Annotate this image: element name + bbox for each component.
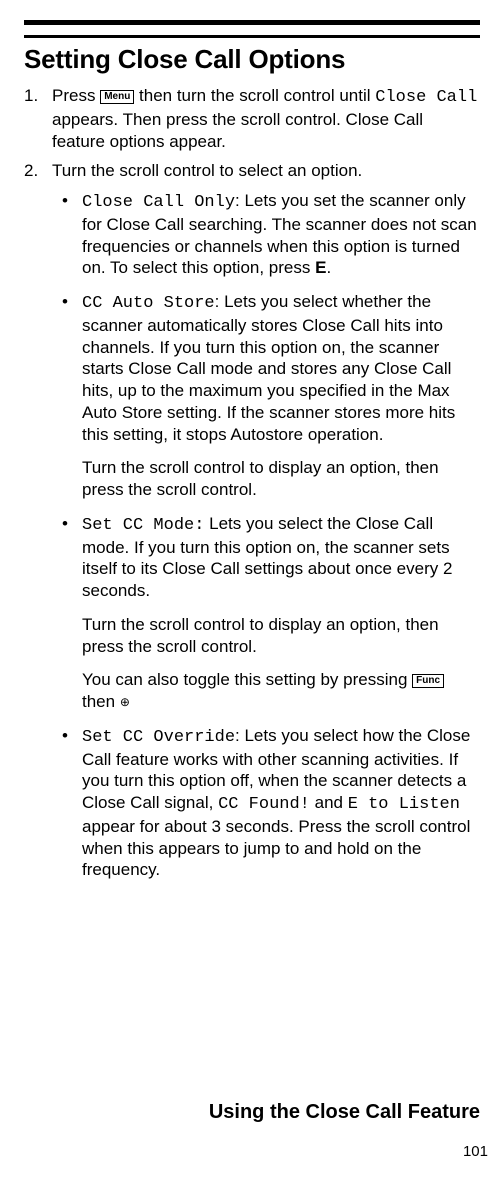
top-rule-thick [24,20,480,25]
bullet-body: Close Call Only: Lets you set the scanne… [82,190,480,279]
b4-text2: and [310,793,348,812]
bullet-close-call-only: • Close Call Only: Lets you set the scan… [62,190,480,279]
bullet-mark: • [62,725,82,881]
step-1-code: Close Call [375,88,477,107]
step-2: 2. Turn the scroll control to select an … [24,160,480,182]
b1-after: . [326,258,331,277]
sub3b-pre: You can also toggle this setting by pres… [82,670,412,689]
page-heading: Setting Close Call Options [24,44,480,75]
bullet-body: Set CC Override: Lets you select how the… [82,725,480,881]
func-button-label: Func [412,674,444,688]
b1-code: Close Call Only [82,193,235,212]
b2-text: : Lets you select whether the scanner au… [82,292,455,444]
footer-section-title: Using the Close Call Feature [209,1101,480,1124]
step-1: 1. Press Menu then turn the scroll contr… [24,85,480,152]
bullet-mark: • [62,513,82,602]
bullet-body: CC Auto Store: Lets you select whether t… [82,291,480,445]
sub-para-2: Turn the scroll control to display an op… [82,457,480,501]
b3-code: Set CC Mode: [82,516,204,535]
sub3b-mid: then [82,692,120,711]
bullet-mark: • [62,190,82,279]
close-call-icon: ⊕ [120,695,130,710]
top-rule-thin [24,35,480,38]
sub-para-3b: You can also toggle this setting by pres… [82,669,480,713]
step-1-mid: then turn the scroll control until [134,86,375,105]
step-2-body: Turn the scroll control to select an opt… [52,160,480,182]
b4-code2: CC Found! [218,795,310,814]
bullet-body: Set CC Mode: Lets you select the Close C… [82,513,480,602]
b2-code: CC Auto Store [82,294,215,313]
bullet-set-cc-override: • Set CC Override: Lets you select how t… [62,725,480,881]
b4-text3: appear for about 3 seconds. Press the sc… [82,817,470,880]
step-1-pre: Press [52,86,100,105]
bullet-mark: • [62,291,82,445]
bullet-cc-auto-store: • CC Auto Store: Lets you select whether… [62,291,480,445]
menu-button-label: Menu [100,90,134,104]
sub-para-3: Turn the scroll control to display an op… [82,614,480,658]
b4-code3: E to Listen [348,795,460,814]
step-1-post: appears. Then press the scroll control. … [52,110,423,151]
b1-bold-e: E [315,258,326,277]
b4-code: Set CC Override [82,728,235,747]
step-2-num: 2. [24,160,52,182]
bullet-set-cc-mode: • Set CC Mode: Lets you select the Close… [62,513,480,602]
page-number: 101 [463,1143,488,1160]
step-1-num: 1. [24,85,52,152]
step-1-body: Press Menu then turn the scroll control … [52,85,480,152]
